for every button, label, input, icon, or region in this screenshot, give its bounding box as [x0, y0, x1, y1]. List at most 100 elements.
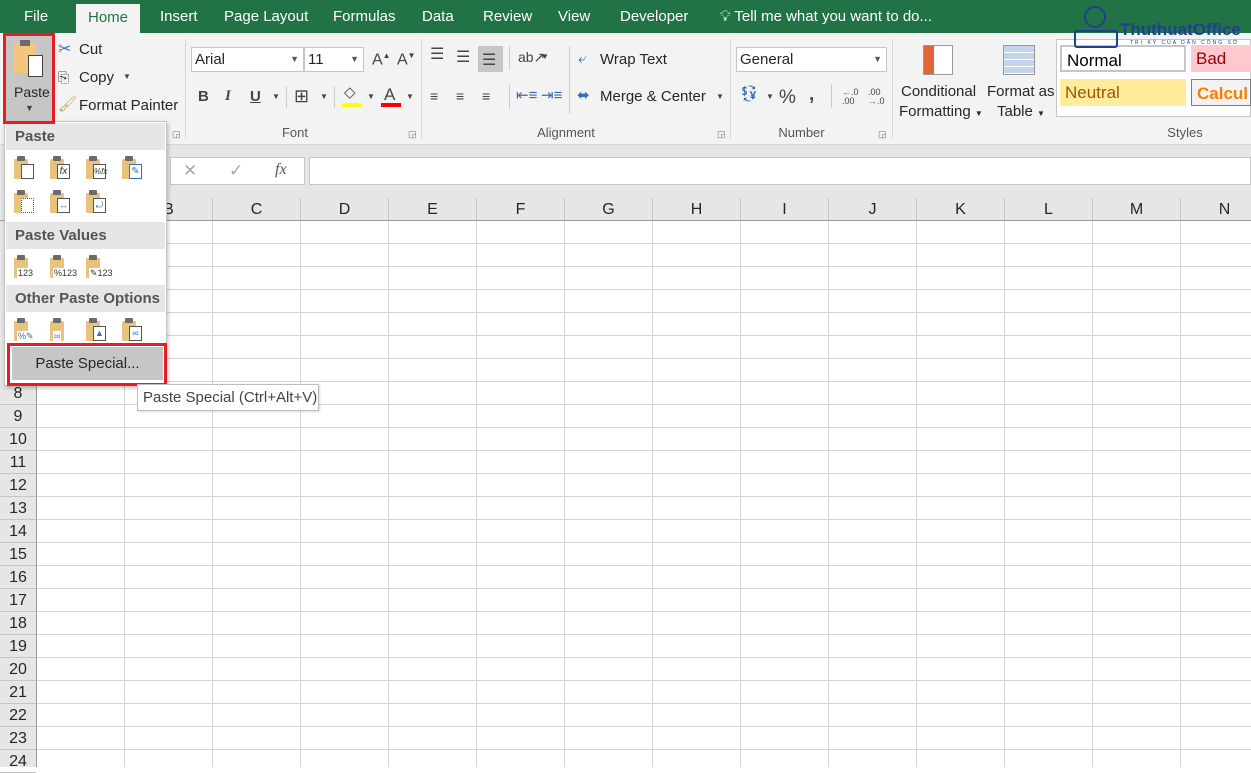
percent-button[interactable]: %	[779, 88, 796, 107]
insert-function-icon[interactable]: fx	[275, 162, 287, 178]
row-header[interactable]: 20	[0, 658, 36, 681]
clipboard-dialog-launcher-icon[interactable]: ◲	[172, 129, 181, 140]
paste-option-formulas[interactable]: fx	[48, 156, 74, 182]
row-header[interactable]: 19	[0, 635, 36, 658]
column-header[interactable]: K	[917, 198, 1005, 220]
column-header[interactable]: L	[1005, 198, 1093, 220]
paste-option-values-number-formatting[interactable]: %123	[48, 255, 79, 281]
increase-font-size-button[interactable]: A▲	[372, 52, 391, 68]
style-neutral[interactable]: Neutral	[1060, 79, 1186, 106]
row-header[interactable]: 15	[0, 543, 36, 566]
enter-icon[interactable]: ✓	[229, 162, 243, 179]
fill-color-dropdown-icon[interactable]: ▼	[367, 93, 375, 101]
row-header[interactable]: 23	[0, 727, 36, 750]
formula-input[interactable]	[309, 157, 1251, 185]
paste-option-formulas-number-formatting[interactable]: %fx	[84, 156, 110, 182]
cancel-icon[interactable]: ✕	[183, 162, 197, 179]
paste-option-paste[interactable]	[12, 156, 38, 182]
row-header[interactable]: 17	[0, 589, 36, 612]
copy-button[interactable]: Copy	[79, 69, 114, 86]
font-size-combo[interactable]: 11 ▼	[304, 47, 364, 72]
number-format-combo[interactable]: General ▼	[736, 47, 887, 72]
column-header[interactable]: D	[301, 198, 389, 220]
merge-dropdown-icon[interactable]: ▼	[716, 93, 724, 101]
conditional-formatting-button[interactable]: Conditional Formatting ▼	[898, 41, 983, 121]
decrease-indent-icon[interactable]: ⇤≡	[516, 88, 537, 103]
align-left-icon[interactable]: ≡	[430, 89, 438, 103]
tab-page-layout[interactable]: Page Layout	[222, 0, 310, 33]
paste-option-transpose[interactable]: ⤾	[84, 190, 110, 216]
tab-review[interactable]: Review	[481, 0, 534, 33]
decrease-font-size-button[interactable]: A▼	[397, 52, 416, 68]
format-as-table-button[interactable]: Format as Table ▼	[985, 41, 1055, 121]
paste-option-no-borders[interactable]	[12, 190, 38, 216]
borders-icon[interactable]: ⊞	[294, 87, 309, 105]
increase-indent-icon[interactable]: ⇥≡	[541, 88, 562, 103]
alignment-dialog-launcher-icon[interactable]: ◲	[717, 129, 726, 140]
middle-align-icon[interactable]: ☰	[456, 50, 470, 66]
font-name-combo[interactable]: Arial ▼	[191, 47, 304, 72]
tab-data[interactable]: Data	[420, 0, 456, 33]
row-header[interactable]: 24	[0, 750, 36, 773]
column-header[interactable]: N	[1181, 198, 1251, 220]
accounting-dropdown-icon[interactable]: ▼	[766, 93, 774, 101]
row-header[interactable]: 21	[0, 681, 36, 704]
tab-home[interactable]: Home	[76, 4, 141, 33]
tell-me-search[interactable]: 💡︎ Tell me what you want to do...	[718, 0, 934, 33]
fill-color-icon[interactable]: ◇	[344, 85, 356, 100]
accounting-format-icon[interactable]: 💱︎	[739, 87, 759, 103]
paste-option-values[interactable]: 123	[12, 255, 38, 281]
column-header[interactable]: F	[477, 198, 565, 220]
decrease-decimal-button[interactable]: .00 →.0	[868, 88, 885, 106]
font-color-dropdown-icon[interactable]: ▼	[406, 93, 414, 101]
tab-file[interactable]: File	[22, 0, 50, 33]
paste-option-picture[interactable]: ▲	[84, 318, 110, 344]
paste-option-formatting[interactable]: %✎	[12, 318, 38, 344]
align-center-icon[interactable]: ≡	[456, 89, 464, 103]
bottom-align-button[interactable]: ☰	[478, 46, 503, 72]
font-dialog-launcher-icon[interactable]: ◲	[408, 129, 417, 140]
paste-option-keep-source-formatting[interactable]: ✎	[120, 156, 146, 182]
paste-option-values-source-formatting[interactable]: ✎123	[84, 255, 114, 281]
column-header[interactable]: J	[829, 198, 917, 220]
style-bad[interactable]: Bad	[1191, 45, 1251, 72]
align-right-icon[interactable]: ≡	[482, 89, 490, 103]
merge-center-button[interactable]: Merge & Center	[600, 88, 706, 105]
borders-dropdown-icon[interactable]: ▼	[320, 93, 328, 101]
cell-grid[interactable]	[37, 221, 1251, 767]
paste-option-keep-column-widths[interactable]: ↔	[48, 190, 74, 216]
style-calculation[interactable]: Calcul	[1191, 79, 1251, 106]
font-color-button[interactable]: A	[384, 86, 395, 103]
copy-dropdown-icon[interactable]: ▼	[123, 73, 131, 81]
tab-developer[interactable]: Developer	[618, 0, 690, 33]
paste-option-linked-picture[interactable]: ∞	[120, 318, 146, 344]
number-dialog-launcher-icon[interactable]: ◲	[878, 129, 887, 140]
row-header[interactable]: 11	[0, 451, 36, 474]
row-header[interactable]: 10	[0, 428, 36, 451]
row-header[interactable]: 13	[0, 497, 36, 520]
row-header[interactable]: 16	[0, 566, 36, 589]
cut-button[interactable]: Cut	[79, 41, 102, 58]
increase-decimal-button[interactable]: ←.0.00	[842, 88, 859, 106]
column-header[interactable]: C	[213, 198, 301, 220]
format-painter-button[interactable]: Format Painter	[79, 97, 178, 114]
tab-view[interactable]: View	[556, 0, 592, 33]
underline-button[interactable]: U	[250, 89, 261, 104]
column-header[interactable]: H	[653, 198, 741, 220]
column-header[interactable]: E	[389, 198, 477, 220]
comma-button[interactable]: ,	[809, 85, 814, 104]
paste-option-paste-link[interactable]: ∞	[48, 318, 74, 344]
row-header[interactable]: 12	[0, 474, 36, 497]
bold-button[interactable]: B	[198, 89, 209, 104]
tab-insert[interactable]: Insert	[158, 0, 200, 33]
column-header[interactable]: I	[741, 198, 829, 220]
column-header[interactable]: M	[1093, 198, 1181, 220]
row-header[interactable]: 9	[0, 405, 36, 428]
underline-dropdown-icon[interactable]: ▼	[272, 93, 280, 101]
column-header[interactable]: G	[565, 198, 653, 220]
row-header[interactable]: 14	[0, 520, 36, 543]
italic-button[interactable]: I	[225, 89, 231, 104]
row-header[interactable]: 22	[0, 704, 36, 727]
top-align-icon[interactable]: ☰	[430, 47, 444, 63]
row-header[interactable]: 18	[0, 612, 36, 635]
